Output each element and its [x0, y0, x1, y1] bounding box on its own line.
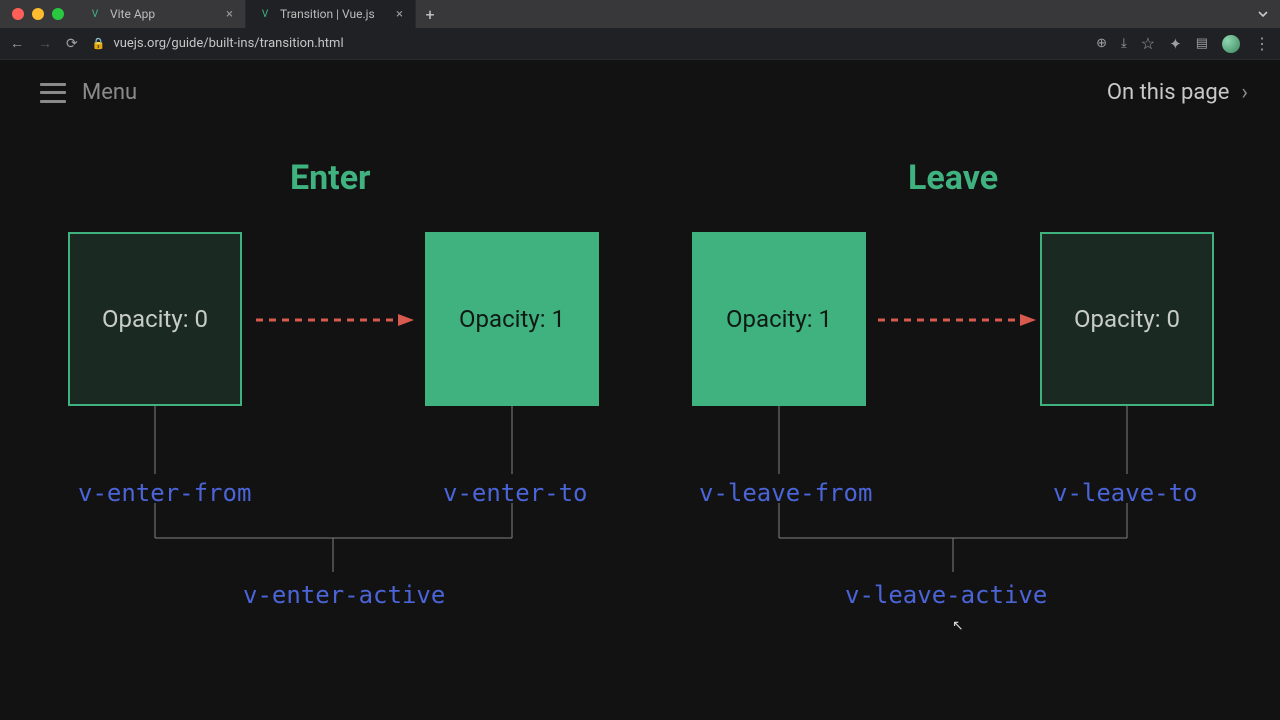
url-text: vuejs.org/guide/built-ins/transition.htm… — [113, 36, 343, 51]
tab-close-icon[interactable]: × — [396, 7, 403, 22]
nav-back-button[interactable]: ← — [10, 35, 24, 52]
tab-strip: V Vite App × V Transition | Vue.js × + — [76, 0, 444, 28]
tab-title: Vite App — [110, 7, 155, 21]
enter-from-class-label: v-enter-from — [78, 479, 251, 507]
browser-tab-1[interactable]: V Vite App × — [76, 0, 246, 28]
install-icon[interactable]: ⤓ — [1121, 36, 1127, 51]
vue-favicon-icon: V — [258, 7, 272, 21]
enter-active-class-label: v-enter-active — [243, 581, 445, 609]
leave-to-class-label: v-leave-to — [1053, 479, 1198, 507]
diagram-connectors — [0, 60, 1280, 720]
window-expand-tabs-icon[interactable] — [1256, 7, 1270, 21]
window-titlebar: V Vite App × V Transition | Vue.js × + — [0, 0, 1280, 28]
traffic-lights — [0, 8, 64, 20]
address-bar[interactable]: 🔒 vuejs.org/guide/built-ins/transition.h… — [92, 36, 1082, 51]
extensions-puzzle-icon[interactable]: ✦ — [1169, 35, 1182, 53]
tab-close-icon[interactable]: × — [226, 7, 233, 22]
zoom-icon[interactable]: ⊕ — [1096, 36, 1107, 51]
enter-to-class-label: v-enter-to — [443, 479, 588, 507]
bookmark-star-icon[interactable]: ☆ — [1141, 34, 1155, 53]
vite-favicon-icon: V — [88, 7, 102, 21]
lock-icon: 🔒 — [92, 37, 106, 50]
window-minimize-button[interactable] — [32, 8, 44, 20]
leave-active-class-label: v-leave-active — [845, 581, 1047, 609]
nav-forward-button[interactable]: → — [38, 35, 52, 52]
nav-reload-button[interactable]: ⟳ — [66, 36, 78, 52]
page-content: Menu On this page › Enter Leave Opacity:… — [0, 60, 1280, 720]
browser-tab-2[interactable]: V Transition | Vue.js × — [246, 0, 416, 28]
browser-toolbar: ← → ⟳ 🔒 vuejs.org/guide/built-ins/transi… — [0, 28, 1280, 60]
tab-title: Transition | Vue.js — [280, 7, 375, 21]
window-close-button[interactable] — [12, 8, 24, 20]
kebab-menu-icon[interactable]: ⋮ — [1254, 34, 1270, 53]
window-zoom-button[interactable] — [52, 8, 64, 20]
side-panel-icon[interactable]: ▤ — [1196, 36, 1208, 51]
new-tab-button[interactable]: + — [416, 0, 444, 28]
leave-from-class-label: v-leave-from — [699, 479, 872, 507]
profile-avatar[interactable] — [1222, 35, 1240, 53]
